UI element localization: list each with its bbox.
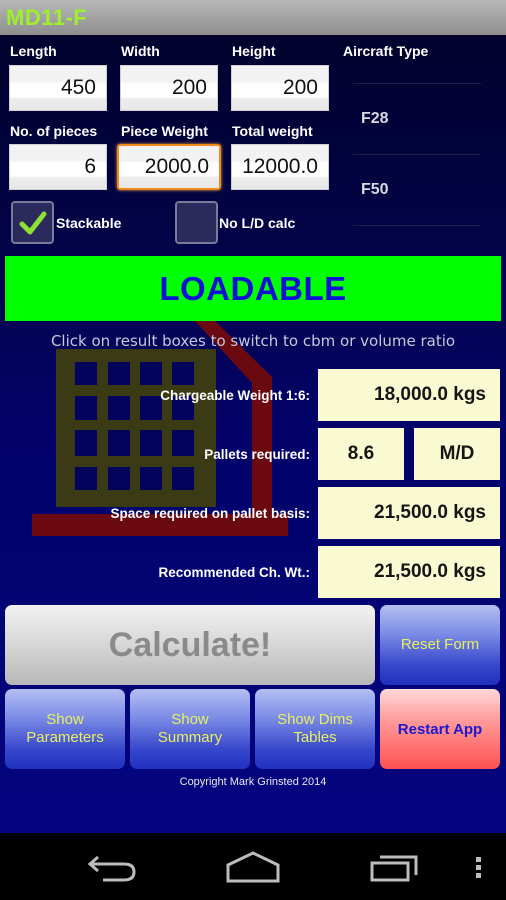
app-title: MD11-F <box>6 5 88 30</box>
height-label: Height <box>232 43 276 59</box>
deck-result[interactable]: M/D <box>414 428 500 480</box>
total-weight-label: Total weight <box>232 123 313 139</box>
overflow-menu-icon[interactable] <box>474 855 484 881</box>
restart-app-button[interactable]: Restart App <box>380 689 500 769</box>
hint-text: Click on result boxes to switch to cbm o… <box>50 332 456 350</box>
show-dims-tables-button[interactable]: Show Dims Tables <box>255 689 375 769</box>
home-icon[interactable] <box>226 851 280 883</box>
pallets-required-label: Pallets required: <box>204 447 310 462</box>
total-weight-input[interactable]: 12000.0 <box>231 144 329 190</box>
chargeable-weight-result[interactable]: 18,000.0 kgs <box>318 369 500 421</box>
aircraft-type-list[interactable]: F28 F50 <box>353 83 481 226</box>
pieces-input[interactable]: 6 <box>9 144 107 190</box>
aircraft-type-label: Aircraft Type <box>343 43 429 59</box>
recent-apps-icon[interactable] <box>370 853 420 883</box>
stackable-checkbox[interactable] <box>11 201 54 244</box>
length-label: Length <box>10 43 57 59</box>
chargeable-weight-label: Chargeable Weight 1:6: <box>160 388 310 403</box>
width-input[interactable]: 200 <box>120 65 218 111</box>
app-content: Length Width Height Aircraft Type 450 20… <box>0 35 506 833</box>
aircraft-item-f28[interactable]: F28 <box>353 84 481 154</box>
pallets-required-result[interactable]: 8.6 <box>318 428 404 480</box>
action-bar: MD11-F <box>0 0 506 35</box>
space-required-result[interactable]: 21,500.0 kgs <box>318 487 500 539</box>
height-input[interactable]: 200 <box>231 65 329 111</box>
back-icon[interactable] <box>86 853 138 883</box>
copyright-text: Copyright Mark Grinsted 2014 <box>179 776 327 788</box>
system-navigation-bar <box>0 833 506 900</box>
checkmark-icon <box>19 211 47 235</box>
show-summary-button[interactable]: Show Summary <box>130 689 250 769</box>
recommended-weight-label: Recommended Ch. Wt.: <box>158 565 310 580</box>
list-divider <box>353 225 481 226</box>
reset-form-button[interactable]: Reset Form <box>380 605 500 685</box>
show-parameters-button[interactable]: Show Parameters <box>5 689 125 769</box>
piece-weight-input[interactable]: 2000.0 <box>117 144 221 190</box>
calculate-button[interactable]: Calculate! <box>5 605 375 685</box>
piece-weight-label: Piece Weight <box>121 123 208 139</box>
no-ld-calc-label: No L/D calc <box>219 215 296 231</box>
status-banner: LOADABLE <box>5 256 501 321</box>
length-input[interactable]: 450 <box>9 65 107 111</box>
recommended-weight-result[interactable]: 21,500.0 kgs <box>318 546 500 598</box>
width-label: Width <box>121 43 160 59</box>
space-required-label: Space required on pallet basis: <box>110 506 310 521</box>
no-ld-calc-checkbox[interactable] <box>175 201 218 244</box>
aircraft-item-f50[interactable]: F50 <box>353 155 481 225</box>
stackable-label: Stackable <box>56 215 122 231</box>
pieces-label: No. of pieces <box>10 123 98 139</box>
